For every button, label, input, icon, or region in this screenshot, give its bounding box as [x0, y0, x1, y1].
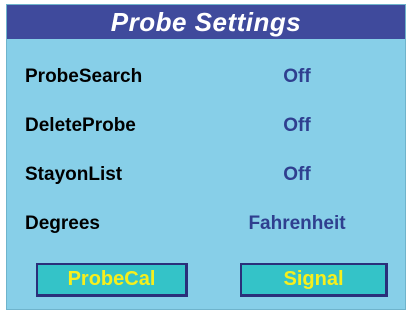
setting-row-degrees[interactable]: Degrees Fahrenheit [7, 209, 405, 239]
setting-label-delete-probe: DeleteProbe [25, 115, 136, 136]
probe-settings-panel: Probe Settings ProbeSearch Off DeletePro… [6, 4, 406, 310]
setting-value-stay-on-list[interactable]: Off [187, 160, 407, 190]
probe-cal-button-label: ProbeCal [67, 268, 156, 290]
signal-button[interactable]: Signal [240, 263, 388, 297]
signal-button-label: Signal [283, 268, 344, 290]
setting-value-degrees[interactable]: Fahrenheit [187, 209, 407, 239]
setting-label-degrees: Degrees [25, 213, 100, 234]
setting-row-delete-probe[interactable]: DeleteProbe Off [7, 111, 405, 141]
page-title: Probe Settings [110, 6, 302, 37]
setting-label-stay-on-list: StayonList [25, 164, 123, 185]
probe-cal-button[interactable]: ProbeCal [36, 263, 188, 297]
setting-value-delete-probe[interactable]: Off [187, 111, 407, 141]
setting-row-stay-on-list[interactable]: StayonList Off [7, 160, 405, 190]
setting-row-probe-search[interactable]: ProbeSearch Off [7, 62, 405, 92]
setting-label-probe-search: ProbeSearch [25, 66, 143, 87]
title-bar: Probe Settings [7, 5, 405, 39]
setting-value-probe-search[interactable]: Off [187, 62, 407, 92]
